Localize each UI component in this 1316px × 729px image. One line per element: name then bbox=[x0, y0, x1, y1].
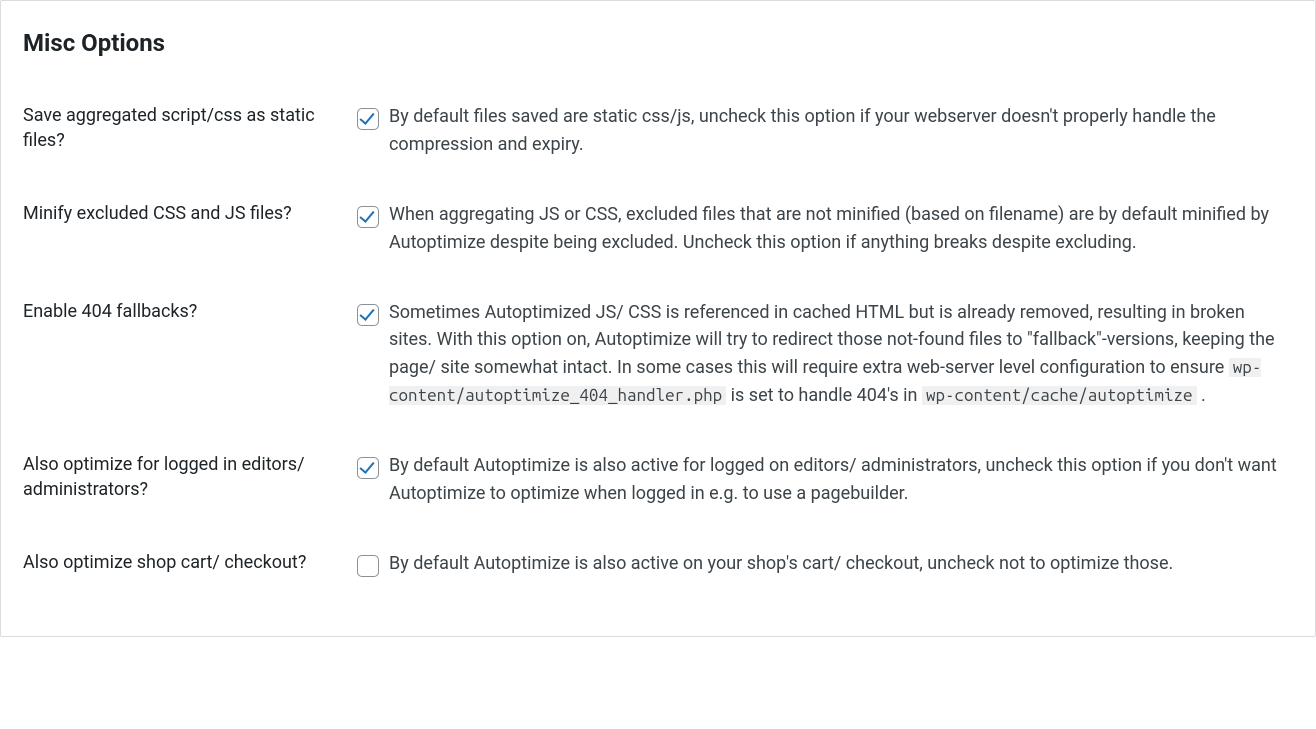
option-control: When aggregating JS or CSS, excluded fil… bbox=[353, 201, 1293, 257]
option-label: Minify excluded CSS and JS files? bbox=[23, 201, 353, 226]
option-label: Enable 404 fallbacks? bbox=[23, 299, 353, 324]
option-row-static-files: Save aggregated script/css as static fil… bbox=[23, 89, 1293, 187]
misc-options-panel: Misc Options Save aggregated script/css … bbox=[0, 0, 1316, 637]
static-files-checkbox[interactable] bbox=[357, 108, 379, 130]
option-control: By default Autoptimize is also active on… bbox=[353, 550, 1293, 578]
option-description: By default Autoptimize is also active on… bbox=[389, 550, 1173, 578]
option-row-minify-excluded: Minify excluded CSS and JS files? When a… bbox=[23, 187, 1293, 285]
option-row-logged-in: Also optimize for logged in editors/ adm… bbox=[23, 438, 1293, 536]
option-control: By default Autoptimize is also active fo… bbox=[353, 452, 1293, 508]
code-path: wp-content/cache/autoptimize bbox=[922, 386, 1197, 405]
shop-cart-checkbox[interactable] bbox=[357, 555, 379, 577]
checkbox-wrap bbox=[353, 203, 375, 225]
option-label: Also optimize for logged in editors/ adm… bbox=[23, 452, 353, 502]
option-description: Sometimes Autoptimized JS/ CSS is refere… bbox=[389, 299, 1289, 411]
option-control: By default files saved are static css/js… bbox=[353, 103, 1293, 159]
checkbox-wrap bbox=[353, 105, 375, 127]
404-fallbacks-checkbox[interactable] bbox=[357, 304, 379, 326]
section-title: Misc Options bbox=[23, 25, 1293, 61]
option-description: By default files saved are static css/js… bbox=[389, 103, 1289, 159]
minify-excluded-checkbox[interactable] bbox=[357, 206, 379, 228]
checkbox-wrap bbox=[353, 301, 375, 323]
option-description: When aggregating JS or CSS, excluded fil… bbox=[389, 201, 1289, 257]
checkbox-wrap bbox=[353, 552, 375, 574]
option-row-404-fallbacks: Enable 404 fallbacks? Sometimes Autoptim… bbox=[23, 285, 1293, 439]
option-row-shop-cart: Also optimize shop cart/ checkout? By de… bbox=[23, 536, 1293, 606]
option-description: By default Autoptimize is also active fo… bbox=[389, 452, 1289, 508]
checkbox-wrap bbox=[353, 454, 375, 476]
logged-in-checkbox[interactable] bbox=[357, 457, 379, 479]
option-control: Sometimes Autoptimized JS/ CSS is refere… bbox=[353, 299, 1293, 411]
option-label: Also optimize shop cart/ checkout? bbox=[23, 550, 353, 575]
option-label: Save aggregated script/css as static fil… bbox=[23, 103, 353, 153]
